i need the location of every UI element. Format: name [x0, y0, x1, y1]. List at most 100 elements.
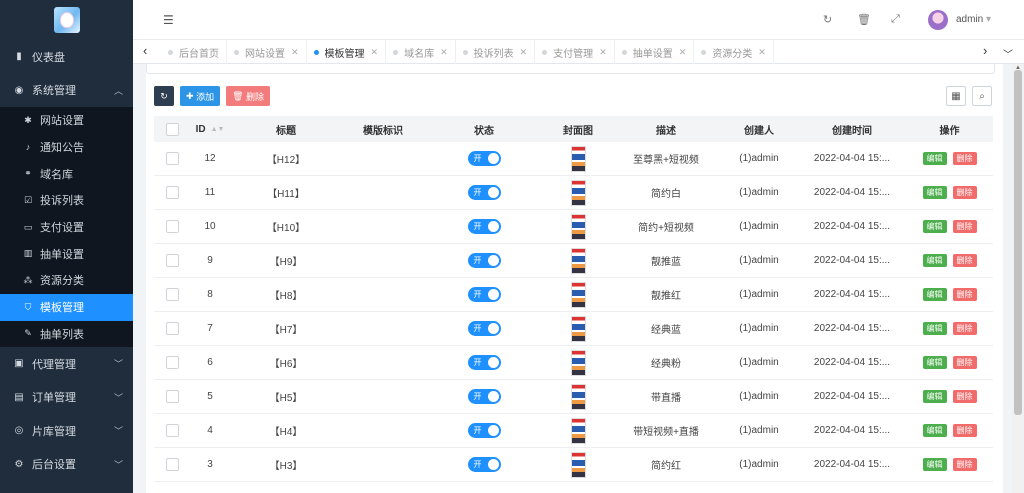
sidebar-item-draw-list[interactable]: ✎ 抽单列表 — [0, 321, 133, 348]
sidebar-item-complaints[interactable]: ☑ 投诉列表 — [0, 187, 133, 214]
close-icon[interactable]: ✕ — [758, 47, 766, 58]
tab-draw-settings[interactable]: 抽单设置 ✕ — [615, 40, 695, 64]
delete-row-button[interactable]: 删除 — [952, 186, 977, 199]
row-checkbox[interactable] — [165, 186, 179, 199]
cover-thumbnail[interactable] — [570, 451, 586, 478]
delete-row-button[interactable]: 删除 — [952, 254, 977, 267]
cover-thumbnail[interactable] — [570, 145, 586, 172]
tab-complaints[interactable]: 投诉列表 ✕ — [456, 40, 536, 64]
edit-button[interactable]: 编辑 — [922, 152, 947, 165]
scrollbar-thumb[interactable] — [1014, 70, 1022, 415]
edit-button[interactable]: 编辑 — [922, 390, 947, 403]
delete-row-button[interactable]: 删除 — [952, 424, 977, 437]
trash-icon[interactable]: 🗑 — [857, 13, 871, 26]
status-toggle[interactable]: 开 — [467, 321, 501, 336]
edit-button[interactable]: 编辑 — [922, 458, 947, 471]
delete-row-button[interactable]: 删除 — [952, 152, 977, 165]
tab-home[interactable]: 后台首页 — [161, 40, 227, 64]
row-checkbox[interactable] — [165, 356, 179, 369]
tab-scroll-right-icon[interactable]: › — [983, 43, 987, 58]
status-toggle[interactable]: 开 — [467, 389, 501, 404]
tab-site-settings[interactable]: 网站设置 ✕ — [227, 40, 307, 64]
row-checkbox[interactable] — [165, 152, 179, 165]
delete-row-button[interactable]: 删除 — [952, 220, 977, 233]
edit-button[interactable]: 编辑 — [922, 322, 947, 335]
row-checkbox[interactable] — [165, 390, 179, 403]
header-id[interactable]: ID ▲▼ — [190, 124, 230, 135]
delete-row-button[interactable]: 删除 — [952, 356, 977, 369]
status-toggle[interactable]: 开 — [467, 253, 501, 268]
row-checkbox[interactable] — [165, 220, 179, 233]
table-row[interactable]: 5 【H5】 开 带直播 (1)admin 2022-04-04 15:... … — [154, 380, 993, 414]
row-checkbox[interactable] — [165, 322, 179, 335]
status-toggle[interactable]: 开 — [467, 219, 501, 234]
table-row[interactable]: 12 【H12】 开 至尊黑+短视频 (1)admin 2022-04-04 1… — [154, 142, 993, 176]
fullscreen-icon[interactable]: ⤢ — [891, 13, 900, 26]
cover-thumbnail[interactable] — [570, 213, 586, 240]
status-toggle[interactable]: 开 — [467, 355, 501, 370]
row-checkbox[interactable] — [165, 424, 179, 437]
close-icon[interactable]: ✕ — [679, 47, 687, 58]
edit-button[interactable]: 编辑 — [922, 186, 947, 199]
cover-thumbnail[interactable] — [570, 247, 586, 274]
table-row[interactable]: 10 【H10】 开 简约+短视频 (1)admin 2022-04-04 15… — [154, 210, 993, 244]
tab-domains[interactable]: 域名库 ✕ — [386, 40, 456, 64]
user-menu[interactable]: admin ▾ — [956, 14, 991, 25]
cover-thumbnail[interactable] — [570, 383, 586, 410]
sidebar-item-domains[interactable]: ⚭ 域名库 — [0, 160, 133, 187]
table-row[interactable]: 9 【H9】 开 靓推蓝 (1)admin 2022-04-04 15:... … — [154, 244, 993, 278]
tab-payment[interactable]: 支付管理 ✕ — [535, 40, 615, 64]
close-icon[interactable]: ✕ — [440, 47, 448, 58]
row-checkbox[interactable] — [165, 254, 179, 267]
edit-button[interactable]: 编辑 — [922, 424, 947, 437]
table-row[interactable]: 7 【H7】 开 经典蓝 (1)admin 2022-04-04 15:... … — [154, 312, 993, 346]
status-toggle[interactable]: 开 — [467, 287, 501, 302]
refresh-icon[interactable]: ↻ — [823, 13, 832, 26]
cover-thumbnail[interactable] — [570, 179, 586, 206]
edit-button[interactable]: 编辑 — [922, 254, 947, 267]
status-toggle[interactable]: 开 — [467, 185, 501, 200]
row-checkbox[interactable] — [165, 458, 179, 471]
sidebar-group-films[interactable]: ◎ 片库管理 ﹀ — [0, 414, 133, 448]
cover-thumbnail[interactable] — [570, 315, 586, 342]
delete-row-button[interactable]: 删除 — [952, 390, 977, 403]
table-row[interactable]: 6 【H6】 开 经典粉 (1)admin 2022-04-04 15:... … — [154, 346, 993, 380]
table-row[interactable]: 8 【H8】 开 靓推红 (1)admin 2022-04-04 15:... … — [154, 278, 993, 312]
sidebar-group-system[interactable]: ◉ 系统管理 ︿ — [0, 74, 133, 108]
row-checkbox[interactable] — [165, 288, 179, 301]
columns-toggle-button[interactable]: ▦ — [946, 86, 966, 106]
sidebar-group-orders[interactable]: ▤ 订单管理 ﹀ — [0, 381, 133, 415]
close-icon[interactable]: ✕ — [599, 47, 607, 58]
avatar[interactable] — [928, 10, 948, 30]
cover-thumbnail[interactable] — [570, 417, 586, 444]
cover-thumbnail[interactable] — [570, 349, 586, 376]
delete-row-button[interactable]: 删除 — [952, 322, 977, 335]
delete-row-button[interactable]: 删除 — [952, 458, 977, 471]
delete-button[interactable]: 🗑 删除 — [226, 86, 271, 106]
edit-button[interactable]: 编辑 — [922, 356, 947, 369]
table-row[interactable]: 3 【H3】 开 简约红 (1)admin 2022-04-04 15:... … — [154, 448, 993, 482]
sidebar-item-draw-settings[interactable]: ▥ 抽单设置 — [0, 240, 133, 267]
close-icon[interactable]: ✕ — [291, 47, 299, 58]
delete-row-button[interactable]: 删除 — [952, 288, 977, 301]
edit-button[interactable]: 编辑 — [922, 288, 947, 301]
status-toggle[interactable]: 开 — [467, 457, 501, 472]
tab-scroll-left-icon[interactable]: ‹ — [143, 43, 147, 58]
cover-thumbnail[interactable] — [570, 281, 586, 308]
sidebar-item-templates[interactable]: ⛉ 模板管理 — [0, 293, 133, 321]
refresh-button[interactable]: ↻ — [154, 86, 174, 106]
tab-categories[interactable]: 资源分类 ✕ — [694, 40, 774, 64]
search-toggle-button[interactable]: ⌕ — [972, 86, 992, 106]
sort-icon[interactable]: ▲▼ — [211, 126, 225, 133]
status-toggle[interactable]: 开 — [467, 151, 501, 166]
close-icon[interactable]: ✕ — [371, 47, 379, 58]
sidebar-item-notices[interactable]: ♪ 通知公告 — [0, 134, 133, 161]
menu-toggle-icon[interactable]: ☰ — [163, 13, 174, 27]
status-toggle[interactable]: 开 — [467, 423, 501, 438]
table-row[interactable]: 4 【H4】 开 带短视频+直播 (1)admin 2022-04-04 15:… — [154, 414, 993, 448]
select-all-checkbox[interactable] — [165, 122, 179, 136]
logo[interactable] — [0, 0, 133, 40]
chevron-down-icon[interactable]: ﹀ — [1003, 46, 1013, 61]
sidebar-group-backend[interactable]: ⚙ 后台设置 ﹀ — [0, 448, 133, 482]
sidebar-item-payment[interactable]: ▭ 支付设置 — [0, 214, 133, 241]
